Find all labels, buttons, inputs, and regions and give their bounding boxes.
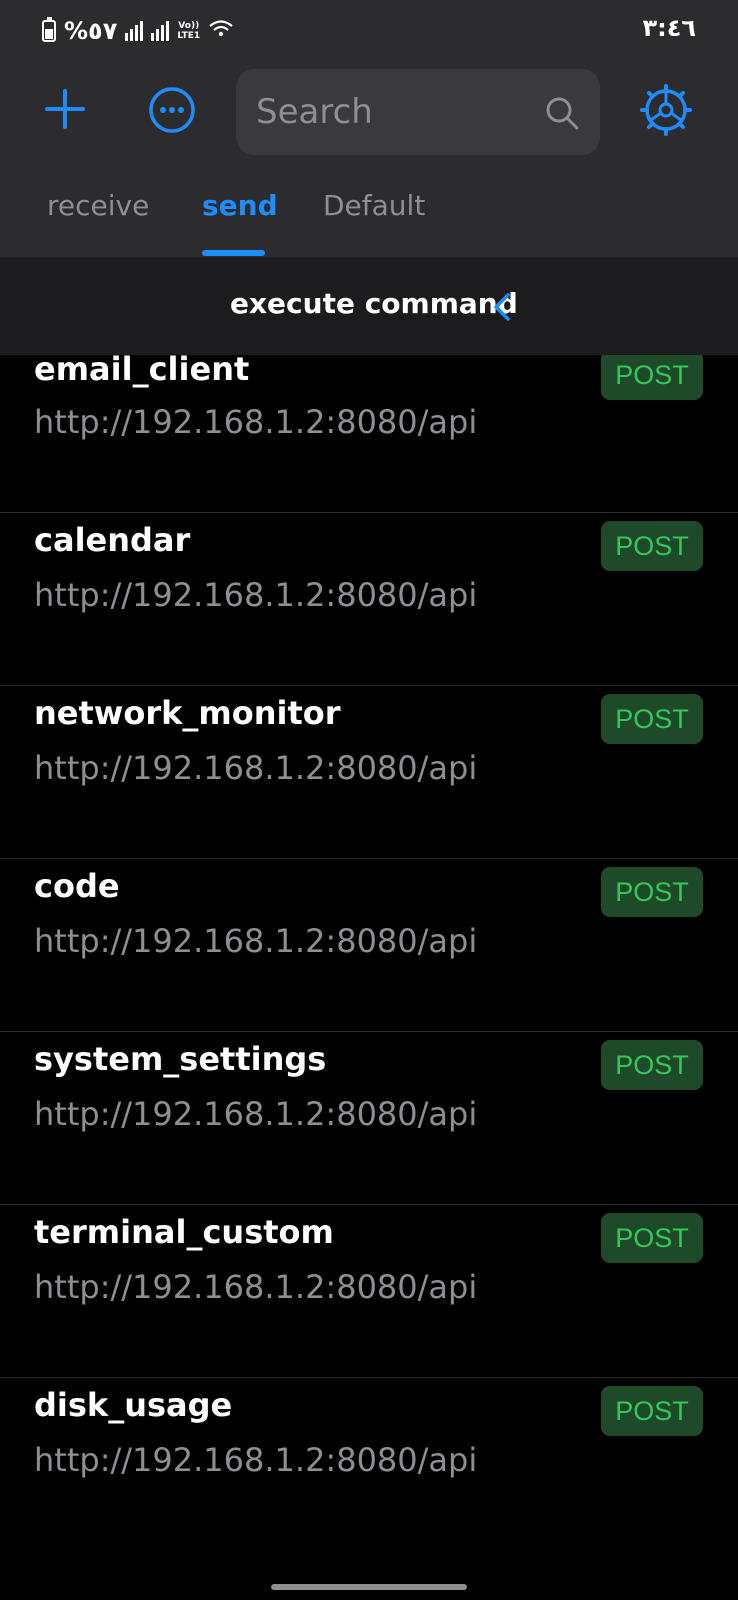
method-badge: POST [601,1040,703,1090]
method-badge: POST [601,1213,703,1263]
tab-send[interactable]: send [202,189,278,222]
tab-bar: receive send Default [0,177,738,257]
more-icon [149,87,195,133]
endpoint-url: http://192.168.1.2:8080/api [34,1441,478,1479]
home-indicator[interactable] [271,1584,467,1590]
tab-default[interactable]: Default [323,189,425,222]
endpoint-name: calendar [34,521,191,559]
volte-top: Vo)) [178,21,200,31]
wifi-icon [208,19,234,44]
settings-icon [640,84,692,136]
list-item[interactable]: code http://192.168.1.2:8080/api POST [0,859,738,1032]
endpoint-url: http://192.168.1.2:8080/api [34,749,478,787]
endpoint-name: system_settings [34,1040,327,1078]
volte-icon: Vo)) LTE1 [177,21,200,41]
list-item[interactable]: calendar http://192.168.1.2:8080/api POS… [0,513,738,686]
endpoint-url: http://192.168.1.2:8080/api [34,1268,478,1306]
volte-bottom: LTE1 [177,31,201,41]
method-badge: POST [601,521,703,571]
group-header[interactable]: execute command [0,257,738,355]
list-item[interactable]: network_monitor http://192.168.1.2:8080/… [0,686,738,859]
method-badge: POST [601,1386,703,1436]
battery-percent: %٥٧ [64,17,118,45]
active-tab-indicator [202,250,265,256]
group-title: execute command [230,287,518,320]
signal-icon [125,21,144,41]
search-box[interactable] [236,69,600,155]
search-icon [546,97,579,130]
endpoint-name: terminal_custom [34,1213,334,1251]
endpoint-list: email_client http://192.168.1.2:8080/api… [0,355,738,1575]
status-bar: %٥٧ Vo)) LTE1 ٣:٤٦ [0,0,738,62]
add-button[interactable] [40,84,90,134]
plus-icon [45,89,85,129]
battery-icon [42,17,56,42]
endpoint-name: email_client [34,355,250,388]
more-button[interactable] [148,86,196,134]
list-item[interactable]: system_settings http://192.168.1.2:8080/… [0,1032,738,1205]
endpoint-name: code [34,867,120,905]
signal-icon-2 [151,21,170,41]
list-item[interactable]: email_client http://192.168.1.2:8080/api… [0,355,738,513]
endpoint-name: disk_usage [34,1386,233,1424]
header: receive send Default [0,62,738,257]
chevron-left-icon[interactable] [490,291,514,323]
settings-button[interactable] [640,84,692,136]
endpoint-name: network_monitor [34,694,341,732]
endpoint-url: http://192.168.1.2:8080/api [34,403,478,441]
endpoint-url: http://192.168.1.2:8080/api [34,922,478,960]
search-input[interactable] [256,69,536,155]
list-item[interactable]: disk_usage http://192.168.1.2:8080/api P… [0,1378,738,1551]
list-item[interactable]: terminal_custom http://192.168.1.2:8080/… [0,1205,738,1378]
status-time: ٣:٤٦ [642,14,696,42]
endpoint-url: http://192.168.1.2:8080/api [34,1095,478,1133]
tab-receive[interactable]: receive [47,189,149,222]
status-bar-left: %٥٧ Vo)) LTE1 [42,14,234,48]
method-badge: POST [601,867,703,917]
method-badge: POST [601,694,703,744]
method-badge: POST [601,355,703,400]
endpoint-url: http://192.168.1.2:8080/api [34,576,478,614]
